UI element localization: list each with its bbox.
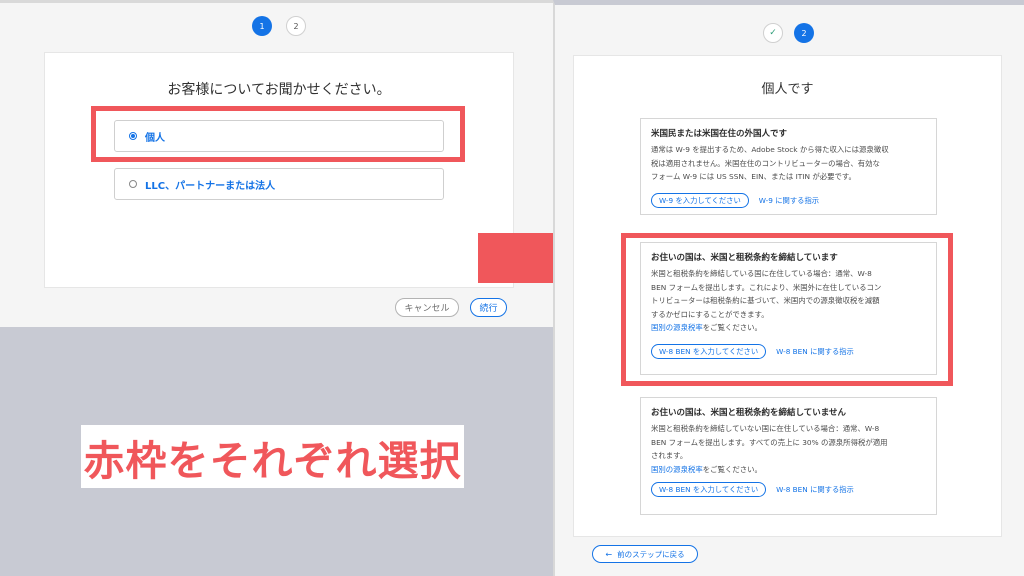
individual-title: 個人です — [761, 82, 814, 97]
step-done-check-icon: ✓ — [763, 23, 783, 43]
non-treaty-country-body: 米国と租税条約を締結していない国に在住している場合：通常、W-8 BEN フォー… — [651, 424, 888, 460]
arrow-left-icon: ← — [605, 549, 613, 559]
step-2-indicator: 2 — [286, 16, 306, 36]
back-button-label: 前のステップに戻る — [617, 549, 685, 559]
option-llc[interactable]: LLC、パートナーまたは法人 — [114, 168, 444, 200]
back-to-previous-step-button[interactable]: ← 前のステップに戻る — [592, 545, 698, 563]
w9-instructions-link[interactable]: W-9 に関する指示 — [759, 196, 819, 206]
cancel-button[interactable]: キャンセル — [395, 298, 459, 317]
highlight-box-treaty — [621, 233, 953, 386]
fill-w8ben-button-2[interactable]: W-8 BEN を入力してください — [651, 482, 767, 497]
us-resident-title: 米国民または米国在住の外国人です — [651, 129, 788, 139]
us-resident-card: 米国民または米国在住の外国人です 通常は W-9 を提出するため、Adobe S… — [640, 118, 937, 215]
fill-w9-button[interactable]: W-9 を入力してください — [651, 193, 749, 208]
option-llc-label: LLC、パートナーまたは法人 — [145, 180, 276, 192]
w8ben-instructions-link-2[interactable]: W-8 BEN に関する指示 — [776, 485, 854, 495]
withholding-rate-link-2[interactable]: 国別の源泉税率 — [651, 465, 703, 474]
customer-type-card: お客様についてお聞かせください。 個人 LLC、パートナーまたは法人 — [44, 52, 514, 288]
radio-unchecked-icon[interactable] — [129, 180, 137, 188]
us-resident-body: 通常は W-9 を提出するため、Adobe Stock から得た収入には源泉徴収… — [651, 145, 889, 181]
non-treaty-country-title: お住いの国は、米国と租税条約を締結していません — [651, 408, 846, 418]
non-treaty-rate-line: 国別の源泉税率をご覧ください。 — [651, 464, 762, 474]
question-title: お客様についてお聞かせください。 — [167, 82, 391, 98]
highlight-box-individual — [91, 106, 465, 162]
instruction-caption: 赤枠をそれぞれ選択 — [83, 436, 462, 485]
step-1-indicator: 1 — [252, 16, 272, 36]
non-treaty-country-card: お住いの国は、米国と租税条約を締結していません 米国と租税条約を締結していない国… — [640, 397, 937, 515]
step-2-active-indicator: 2 — [794, 23, 814, 43]
